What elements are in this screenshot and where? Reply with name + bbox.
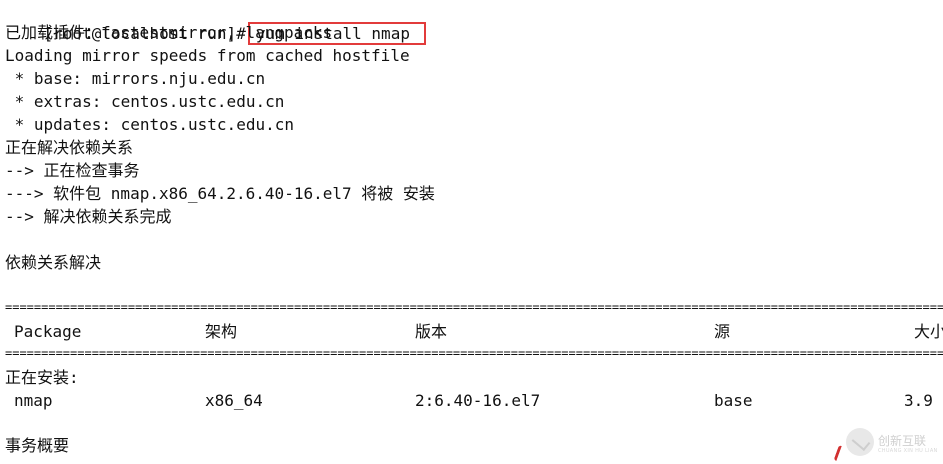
- output-line: --> 解决依赖关系完成: [5, 207, 172, 226]
- row-version: 2:6.40-16.el7: [415, 391, 541, 410]
- section-title: 正在安装:: [5, 368, 79, 387]
- watermark-text: 创新互联: [878, 434, 927, 448]
- column-header-version: 版本: [415, 322, 448, 341]
- separator-rule: ========================================…: [5, 301, 943, 313]
- output-line: * base: mirrors.nju.edu.cn: [5, 69, 266, 88]
- column-header-arch: 架构: [205, 322, 238, 341]
- watermark-subtext: CHUANG XIN HU LIAN: [878, 448, 938, 454]
- column-header-size: 大小: [914, 322, 943, 341]
- summary-title: 事务概要: [5, 436, 70, 455]
- output-line: 已加载插件：fastestmirror, langpacks: [5, 23, 333, 42]
- output-line: --> 正在检查事务: [5, 161, 140, 180]
- output-line: ---> 软件包 nmap.x86_64.2.6.40-16.el7 将被 安装: [5, 184, 435, 203]
- row-arch: x86_64: [205, 391, 263, 410]
- separator-rule: ========================================…: [5, 347, 943, 359]
- output-line: 正在解决依赖关系: [5, 138, 134, 157]
- terminal-window: [root@localhost run]# yum install nmap 已加…: [0, 0, 943, 464]
- output-line: Loading mirror speeds from cached hostfi…: [5, 46, 410, 65]
- row-size: 3.9: [904, 391, 933, 410]
- output-line: * updates: centos.ustc.edu.cn: [5, 115, 294, 134]
- watermark-logo-icon: [846, 428, 874, 456]
- column-header-package: Package: [14, 322, 82, 341]
- watermark-accent-icon: [833, 444, 848, 464]
- watermark: 创新互联 CHUANG XIN HU LIAN: [833, 424, 943, 464]
- output-line: 依赖关系解决: [5, 253, 102, 272]
- row-repo: base: [714, 391, 753, 410]
- column-header-repo: 源: [714, 322, 731, 341]
- command-line: [root@localhost run]# yum install nmap: [5, 0, 426, 45]
- output-line: * extras: centos.ustc.edu.cn: [5, 92, 285, 111]
- row-package: nmap: [14, 391, 53, 410]
